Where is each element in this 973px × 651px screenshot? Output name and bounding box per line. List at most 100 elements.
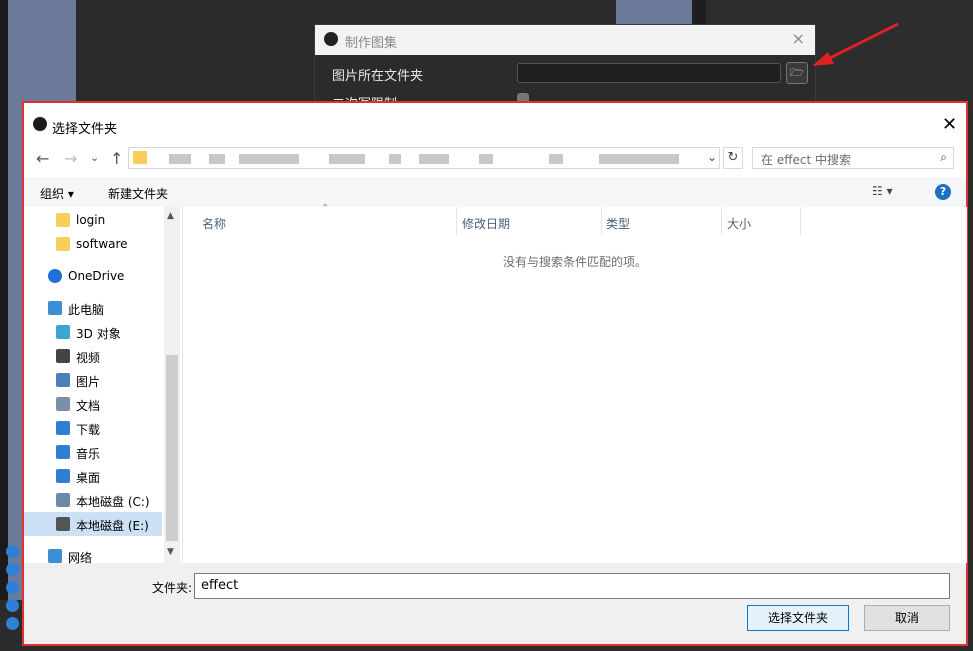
- new-folder-button[interactable]: 新建文件夹: [108, 185, 168, 202]
- nav-item-label: 文档: [76, 399, 101, 413]
- folder-name-label: 文件夹:: [152, 581, 193, 595]
- gallery-title: 制作图集: [345, 36, 398, 51]
- column-divider[interactable]: [800, 207, 801, 235]
- nav-item-label: 网络: [68, 551, 93, 565]
- column-header-modified[interactable]: 修改日期: [462, 215, 510, 232]
- download-icon: [56, 421, 70, 435]
- search-placeholder: 在 effect 中搜索: [761, 153, 851, 167]
- recent-locations-icon[interactable]: ⌄: [90, 151, 99, 164]
- app-logo-icon: [33, 117, 47, 131]
- up-arrow-icon[interactable]: ↑: [110, 149, 123, 168]
- nav-item-网络[interactable]: 网络: [24, 544, 162, 568]
- nav-item-label: 视频: [76, 351, 101, 365]
- chevron-up-icon[interactable]: ▲: [167, 211, 174, 221]
- documents-icon: [56, 397, 70, 411]
- gallery-close-button[interactable]: ×: [792, 29, 805, 48]
- redacted-path: [599, 154, 679, 164]
- folder-icon: [133, 151, 147, 164]
- folder-icon: [56, 237, 70, 251]
- forward-arrow-icon[interactable]: →: [64, 149, 77, 168]
- nav-item-音乐[interactable]: 音乐: [24, 440, 162, 464]
- redacted-path: [169, 154, 191, 164]
- folder-name-value: effect: [201, 578, 239, 593]
- drive-icon: [56, 493, 70, 507]
- nav-item-label: login: [76, 213, 106, 227]
- nav-item-本地磁盘-c[interactable]: 本地磁盘 (C:): [24, 488, 162, 512]
- sidebar-app-icon: [6, 581, 19, 594]
- folder-path-input[interactable]: [517, 63, 781, 83]
- redacted-path: [389, 154, 401, 164]
- nav-item-label: 音乐: [76, 447, 101, 461]
- gallery-titlebar: 制作图集 ×: [315, 25, 815, 55]
- nav-item-software[interactable]: software: [24, 232, 162, 256]
- redacted-path: [479, 154, 493, 164]
- dialog-title: 选择文件夹: [52, 122, 118, 137]
- navigation-bar: ← → ⌄ ↑ ⌄ ↻ 在 effect 中搜索 ⌕: [24, 141, 966, 177]
- nav-item-label: 本地磁盘 (C:): [76, 495, 150, 509]
- app-logo-icon: [324, 32, 338, 46]
- nav-item-本地磁盘-e[interactable]: 本地磁盘 (E:): [24, 512, 162, 536]
- video-icon: [56, 349, 70, 363]
- nav-item-文档[interactable]: 文档: [24, 392, 162, 416]
- folder-icon: [56, 213, 70, 227]
- nav-item-图片[interactable]: 图片: [24, 368, 162, 392]
- sort-ascending-icon: ⌃: [321, 203, 330, 214]
- scrollbar-thumb[interactable]: [166, 355, 178, 541]
- chevron-down-icon[interactable]: ▼: [167, 547, 174, 557]
- sidebar-app-icon: [6, 599, 19, 612]
- desktop-icon: [56, 469, 70, 483]
- nav-item-label: 下载: [76, 423, 101, 437]
- cube-icon: [56, 325, 70, 339]
- nav-item-label: 3D 对象: [76, 327, 121, 341]
- chevron-down-icon[interactable]: ⌄: [707, 150, 717, 164]
- address-bar[interactable]: ⌄: [128, 147, 720, 169]
- pictures-icon: [56, 373, 70, 387]
- file-list-pane: ⌃ 名称 修改日期 类型 大小 没有与搜索条件匹配的项。: [182, 203, 967, 563]
- folder-open-icon: 🗁: [790, 66, 804, 79]
- nav-item-login[interactable]: login: [24, 208, 162, 232]
- column-header-name[interactable]: 名称: [202, 215, 226, 232]
- sidebar-app-icon: [6, 617, 19, 630]
- search-input[interactable]: 在 effect 中搜索 ⌕: [752, 147, 954, 169]
- sidebar-app-icon: [6, 545, 19, 558]
- nav-item-3d-对象[interactable]: 3D 对象: [24, 320, 162, 344]
- redacted-path: [329, 154, 365, 164]
- nav-item-label: 此电脑: [68, 303, 105, 317]
- organize-menu[interactable]: 组织 ▾: [40, 185, 74, 202]
- column-divider[interactable]: [601, 207, 602, 235]
- folder-name-input[interactable]: effect: [194, 573, 950, 599]
- nav-item-下载[interactable]: 下载: [24, 416, 162, 440]
- search-icon: ⌕: [940, 150, 947, 164]
- nav-item-视频[interactable]: 视频: [24, 344, 162, 368]
- help-icon[interactable]: ?: [935, 184, 951, 200]
- column-divider[interactable]: [721, 207, 722, 235]
- redacted-path: [239, 154, 299, 164]
- nav-item-此电脑[interactable]: 此电脑: [24, 296, 162, 320]
- annotation-arrow-icon: [812, 22, 899, 66]
- cancel-button[interactable]: 取消: [864, 605, 950, 631]
- column-header-size[interactable]: 大小: [727, 215, 751, 232]
- select-folder-button[interactable]: 选择文件夹: [747, 605, 849, 631]
- network-icon: [48, 549, 62, 563]
- refresh-icon[interactable]: ↻: [723, 147, 743, 169]
- nav-item-桌面[interactable]: 桌面: [24, 464, 162, 488]
- browse-folder-button[interactable]: 🗁: [786, 62, 808, 84]
- back-arrow-icon[interactable]: ←: [36, 149, 49, 168]
- navigation-pane: login software OneDrive 此电脑 3D 对象视频图片文档下载音乐桌…: [24, 207, 182, 565]
- nav-item-label: software: [76, 237, 128, 251]
- column-divider[interactable]: [456, 207, 457, 235]
- empty-results-message: 没有与搜索条件匹配的项。: [503, 255, 648, 269]
- redacted-path: [549, 154, 563, 164]
- redacted-path: [209, 154, 225, 164]
- nav-item-label: 本地磁盘 (E:): [76, 519, 149, 533]
- nav-item-label: 图片: [76, 375, 101, 389]
- select-folder-dialog: 选择文件夹 ✕ ← → ⌄ ↑ ⌄ ↻ 在 effect 中搜索 ⌕ 组织 ▾ …: [22, 101, 968, 646]
- make-gallery-dialog: 制作图集 × 图片所在文件夹 🗁 二次写限制: [314, 24, 816, 112]
- nav-item-label: OneDrive: [68, 269, 125, 283]
- column-header-type[interactable]: 类型: [606, 215, 630, 232]
- nav-item-label: 桌面: [76, 471, 101, 485]
- command-toolbar: 组织 ▾ 新建文件夹 ☷ ▾ ?: [24, 177, 966, 207]
- nav-item-onedrive[interactable]: OneDrive: [24, 264, 162, 288]
- close-icon[interactable]: ✕: [942, 114, 957, 135]
- view-options-icon[interactable]: ☷ ▾: [872, 184, 893, 198]
